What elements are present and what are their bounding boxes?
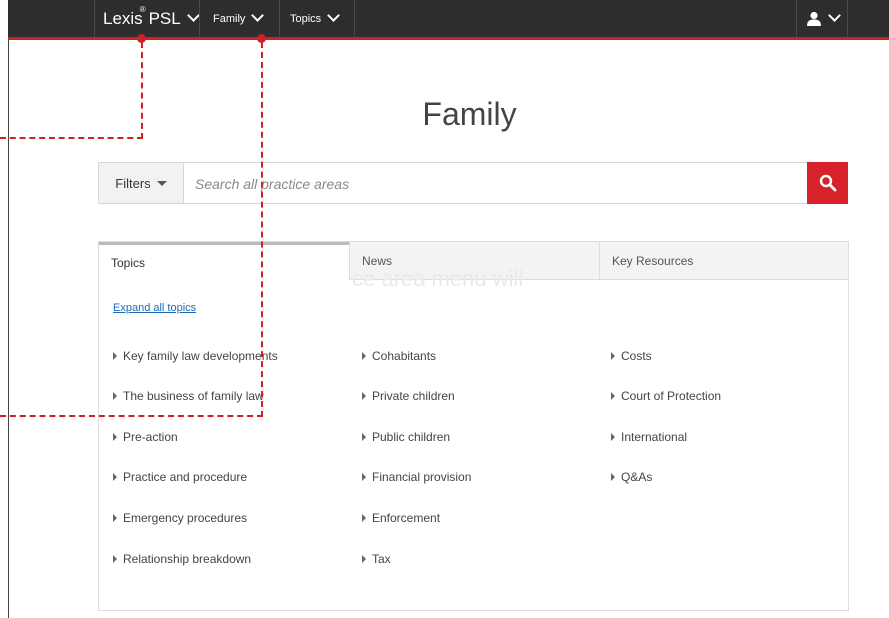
triangle-right-icon xyxy=(113,473,117,481)
callout-dot xyxy=(137,34,146,43)
chevron-down-icon xyxy=(327,9,341,22)
tab-key-resources[interactable]: Key Resources xyxy=(599,242,848,280)
search-button[interactable] xyxy=(807,162,848,204)
topic-link[interactable]: Public children xyxy=(362,430,450,444)
nav-topics-menu[interactable]: Topics xyxy=(290,0,341,37)
triangle-right-icon xyxy=(362,392,366,400)
tab-label: Topics xyxy=(111,255,146,270)
user-icon xyxy=(807,11,821,26)
nav-family-label: Family xyxy=(213,12,246,25)
topic-link[interactable]: Court of Protection xyxy=(611,389,721,403)
topic-label: Costs xyxy=(621,349,652,363)
triangle-right-icon xyxy=(113,352,117,360)
triangle-right-icon xyxy=(362,473,366,481)
topic-link[interactable]: International xyxy=(611,430,687,444)
triangle-right-icon xyxy=(362,514,366,522)
search-bar: Filters xyxy=(98,162,848,205)
topic-link[interactable]: Financial provision xyxy=(362,470,471,484)
topic-label: Practice and procedure xyxy=(123,470,248,484)
user-menu[interactable] xyxy=(806,0,841,37)
topic-label: Q&As xyxy=(621,470,653,484)
topic-link[interactable]: Relationship breakdown xyxy=(113,552,251,566)
topic-label: Key family law developments xyxy=(123,349,278,363)
product-switcher[interactable]: Lexis ® PSL xyxy=(103,0,200,37)
chevron-down-icon xyxy=(828,9,841,22)
tab-label: Key Resources xyxy=(612,253,694,268)
search-icon xyxy=(819,174,836,192)
triangle-right-icon xyxy=(362,433,366,441)
topic-link[interactable]: Pre-action xyxy=(113,430,178,444)
topic-label: Relationship breakdown xyxy=(123,552,252,566)
topic-link[interactable]: The business of family law xyxy=(113,389,264,403)
topic-label: Pre-action xyxy=(123,430,178,444)
expand-all-topics-link[interactable]: Expand all topics xyxy=(113,302,196,314)
topic-link[interactable]: Cohabitants xyxy=(362,349,436,363)
topic-label: Private children xyxy=(372,389,455,403)
topic-link[interactable]: Emergency procedures xyxy=(113,511,247,525)
triangle-right-icon xyxy=(362,352,366,360)
faint-overlay-text: ce area menu will xyxy=(352,266,524,291)
triangle-right-icon xyxy=(113,433,117,441)
triangle-right-icon xyxy=(113,392,117,400)
topic-link[interactable]: Practice and procedure xyxy=(113,470,247,484)
callout-line xyxy=(0,137,143,139)
search-input[interactable] xyxy=(193,163,797,205)
topic-link[interactable]: Q&As xyxy=(611,470,652,484)
nav-separator xyxy=(354,0,355,37)
page-title: Family xyxy=(422,96,517,132)
nav-separator xyxy=(796,0,797,37)
triangle-right-icon xyxy=(113,555,117,563)
topic-link[interactable]: Costs xyxy=(611,349,652,363)
triangle-right-icon xyxy=(611,392,615,400)
topic-label: Cohabitants xyxy=(372,349,437,363)
topic-label: Emergency procedures xyxy=(123,511,248,525)
topic-label: The business of family law xyxy=(123,389,264,403)
triangle-right-icon xyxy=(611,433,615,441)
nav-separator xyxy=(94,0,95,37)
callout-dot xyxy=(257,34,266,43)
topic-link[interactable]: Key family law developments xyxy=(113,349,278,363)
triangle-right-icon xyxy=(611,473,615,481)
nav-family-menu[interactable]: Family xyxy=(213,0,265,37)
topics-panel: Topics News Key Resources Expand all top… xyxy=(98,241,849,611)
topic-label: International xyxy=(621,430,688,444)
topic-link[interactable]: Private children xyxy=(362,389,455,403)
caret-down-icon xyxy=(156,180,167,186)
callout-line xyxy=(261,42,263,417)
triangle-right-icon xyxy=(362,555,366,563)
triangle-right-icon xyxy=(611,352,615,360)
topic-label: Public children xyxy=(372,430,451,444)
product-name: PSL xyxy=(148,8,181,28)
topic-label: Tax xyxy=(372,552,391,566)
callout-line xyxy=(141,42,143,139)
callout-line xyxy=(0,415,263,417)
filters-dropdown[interactable]: Filters xyxy=(99,163,184,203)
topic-label: Enforcement xyxy=(372,511,441,525)
nav-topics-label: Topics xyxy=(290,12,322,25)
topic-link[interactable]: Enforcement xyxy=(362,511,440,525)
triangle-right-icon xyxy=(113,514,117,522)
nav-separator xyxy=(279,0,280,37)
topic-label: Financial provision xyxy=(372,470,472,484)
topic-label: Court of Protection xyxy=(621,389,722,403)
nav-separator xyxy=(199,0,200,37)
chevron-down-icon xyxy=(251,9,265,22)
topic-link[interactable]: Tax xyxy=(362,552,391,566)
registered-mark: ® xyxy=(139,5,146,14)
chevron-down-icon xyxy=(186,9,200,22)
nav-separator xyxy=(847,0,848,37)
brand-name: Lexis xyxy=(103,8,143,28)
filters-label: Filters xyxy=(115,175,151,191)
tab-topics[interactable]: Topics xyxy=(99,242,349,280)
